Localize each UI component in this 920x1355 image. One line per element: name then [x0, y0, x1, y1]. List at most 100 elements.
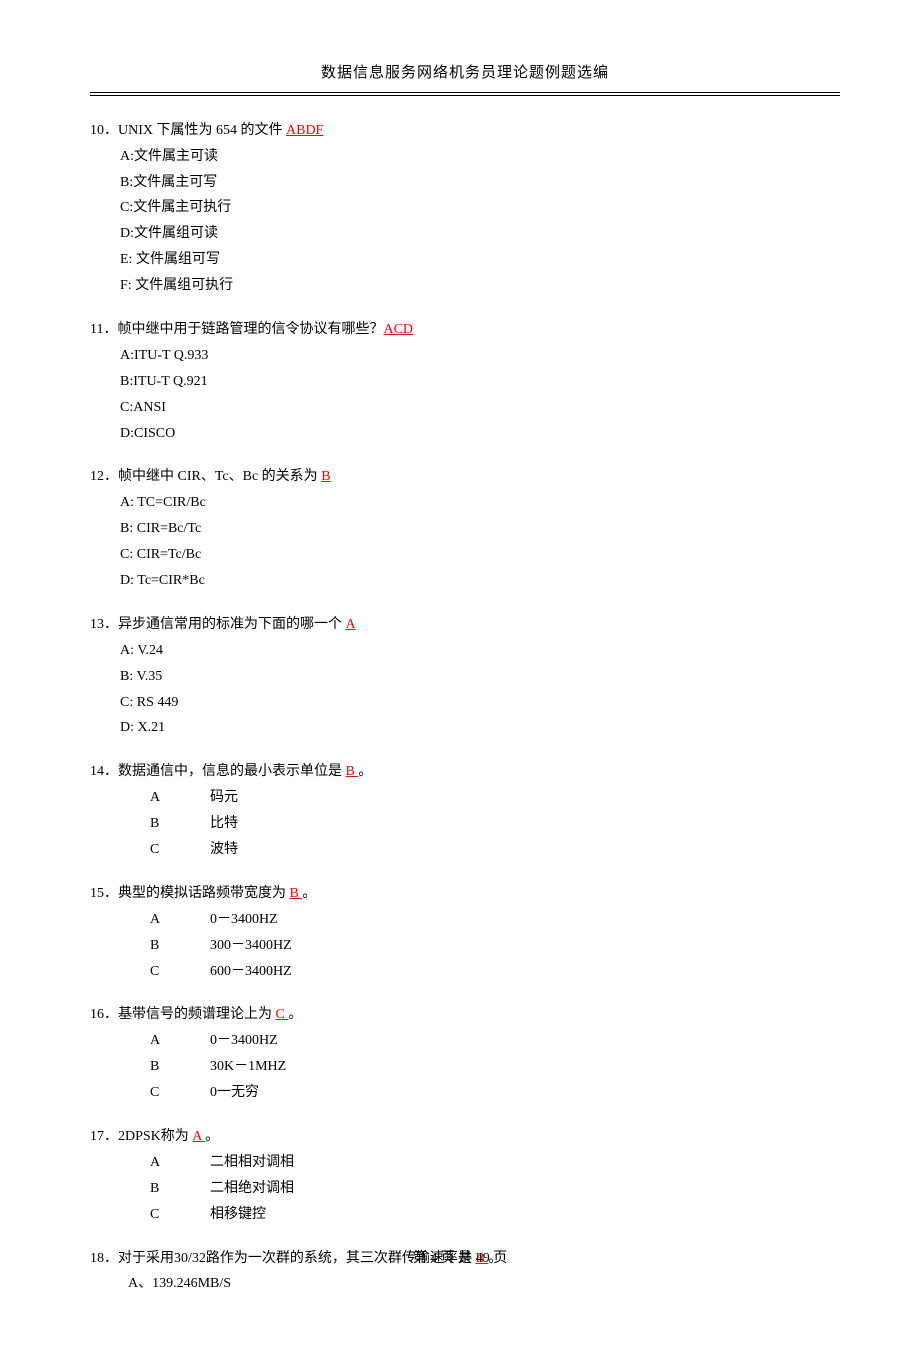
answer-text: A: [192, 1129, 205, 1144]
option-text: 0一无穷: [210, 1085, 259, 1100]
option-item: C: CIR=Tc/Bc: [120, 542, 840, 568]
option-item: C:ANSI: [120, 395, 840, 421]
question-body: 数据通信中，信息的最小表示单位是: [118, 764, 346, 779]
question-text: 14．数据通信中，信息的最小表示单位是 B 。: [90, 759, 840, 785]
question-text: 16．基带信号的频谱理论上为 C 。: [90, 1002, 840, 1028]
option-item: A: TC=CIR/Bc: [120, 490, 840, 516]
option-item: A二相相对调相: [150, 1150, 840, 1176]
option-item: A:文件属主可读: [120, 144, 840, 170]
options-list: A0－3400HZB30K－1MHZC0一无穷: [90, 1028, 840, 1106]
option-item: A、139.246MB/S: [128, 1271, 840, 1297]
question-body: 帧中继中用于链路管理的信令协议有哪些？: [117, 322, 383, 337]
option-text: 0－3400HZ: [210, 1033, 278, 1048]
option-item: A0－3400HZ: [150, 1028, 840, 1054]
option-item: B:文件属主可写: [120, 170, 840, 196]
question-body: UNIX 下属性为 654 的文件: [118, 123, 286, 138]
footer-text: 第 4 页 共 49 页: [413, 1251, 508, 1266]
answer-text: B: [290, 886, 303, 901]
question-text: 15．典型的模拟话路频带宽度为 B 。: [90, 881, 840, 907]
option-item: D:CISCO: [120, 421, 840, 447]
header-title: 数据信息服务网络机务员理论题例题选编: [321, 65, 609, 81]
option-letter: A: [150, 1150, 210, 1176]
options-list: A:文件属主可读B:文件属主可写C:文件属主可执行D:文件属组可读E: 文件属组…: [90, 144, 840, 299]
option-item: C: RS 449: [120, 690, 840, 716]
question-block: 13．异步通信常用的标准为下面的哪一个 AA: V.24B: V.35C: RS…: [90, 612, 840, 741]
option-item: D: Tc=CIR*Bc: [120, 568, 840, 594]
answer-text: ABDF: [286, 123, 323, 138]
question-body: 异步通信常用的标准为下面的哪一个: [118, 617, 346, 632]
question-block: 12．帧中继中 CIR、Tc、Bc 的关系为 BA: TC=CIR/BcB: C…: [90, 464, 840, 593]
option-item: D: X.21: [120, 715, 840, 741]
option-letter: B: [150, 1054, 210, 1080]
question-block: 10．UNIX 下属性为 654 的文件 ABDFA:文件属主可读B:文件属主可…: [90, 118, 840, 299]
question-text: 12．帧中继中 CIR、Tc、Bc 的关系为 B: [90, 464, 840, 490]
question-text: 10．UNIX 下属性为 654 的文件 ABDF: [90, 118, 840, 144]
content-area: 10．UNIX 下属性为 654 的文件 ABDFA:文件属主可读B:文件属主可…: [90, 118, 840, 1298]
answer-text: B: [346, 764, 359, 779]
option-letter: C: [150, 1080, 210, 1106]
option-item: B: CIR=Bc/Tc: [120, 516, 840, 542]
option-item: A0－3400HZ: [150, 907, 840, 933]
question-number: 17．: [90, 1129, 118, 1144]
question-body: 基带信号的频谱理论上为: [118, 1007, 276, 1022]
option-letter: A: [150, 907, 210, 933]
document-page: 数据信息服务网络机务员理论题例题选编 10．UNIX 下属性为 654 的文件 …: [0, 0, 920, 1355]
option-item: C600－3400HZ: [150, 959, 840, 985]
option-item: A码元: [150, 785, 840, 811]
option-item: E: 文件属组可写: [120, 247, 840, 273]
option-letter: C: [150, 959, 210, 985]
option-text: 相移键控: [210, 1207, 266, 1222]
question-block: 14．数据通信中，信息的最小表示单位是 B 。A码元B比特C波特: [90, 759, 840, 863]
question-text: 13．异步通信常用的标准为下面的哪一个 A: [90, 612, 840, 638]
options-list: A0－3400HZB300－3400HZC600－3400HZ: [90, 907, 840, 985]
option-item: B300－3400HZ: [150, 933, 840, 959]
question-number: 14．: [90, 764, 118, 779]
question-body: 典型的模拟话路频带宽度为: [118, 886, 290, 901]
question-text: 17．2DPSK称为 A 。: [90, 1124, 840, 1150]
page-header: 数据信息服务网络机务员理论题例题选编: [90, 60, 840, 93]
question-text: 11．帧中继中用于链路管理的信令协议有哪些？ACD: [90, 317, 840, 343]
question-number: 13．: [90, 617, 118, 632]
question-block: 16．基带信号的频谱理论上为 C 。A0－3400HZB30K－1MHZC0一无…: [90, 1002, 840, 1106]
option-letter: C: [150, 1202, 210, 1228]
question-number: 11．: [90, 322, 117, 337]
answer-text: A: [346, 617, 356, 632]
option-letter: A: [150, 785, 210, 811]
option-text: 二相绝对调相: [210, 1181, 294, 1196]
option-text: 波特: [210, 842, 238, 857]
option-item: A: V.24: [120, 638, 840, 664]
option-letter: B: [150, 1176, 210, 1202]
option-letter: B: [150, 933, 210, 959]
options-list: A、139.246MB/S: [90, 1271, 840, 1297]
option-item: B比特: [150, 811, 840, 837]
option-text: 二相相对调相: [210, 1155, 294, 1170]
option-text: 码元: [210, 790, 238, 805]
question-block: 15．典型的模拟话路频带宽度为 B 。A0－3400HZB300－3400HZC…: [90, 881, 840, 985]
question-suffix: 。: [205, 1129, 219, 1144]
question-number: 10．: [90, 123, 118, 138]
question-block: 11．帧中继中用于链路管理的信令协议有哪些？ACDA:ITU-T Q.933B:…: [90, 317, 840, 446]
option-item: B: V.35: [120, 664, 840, 690]
option-item: B30K－1MHZ: [150, 1054, 840, 1080]
options-list: A码元B比特C波特: [90, 785, 840, 863]
question-number: 12．: [90, 469, 118, 484]
option-item: C:文件属主可执行: [120, 195, 840, 221]
option-item: C0一无穷: [150, 1080, 840, 1106]
option-text: 30K－1MHZ: [210, 1059, 286, 1074]
option-text: 比特: [210, 816, 238, 831]
option-item: C相移键控: [150, 1202, 840, 1228]
question-block: 17．2DPSK称为 A 。A二相相对调相B二相绝对调相C相移键控: [90, 1124, 840, 1228]
header-underline: [90, 95, 840, 96]
option-item: F: 文件属组可执行: [120, 273, 840, 299]
option-item: C波特: [150, 837, 840, 863]
option-text: 0－3400HZ: [210, 912, 278, 927]
answer-text: C: [276, 1007, 289, 1022]
question-body: 帧中继中 CIR、Tc、Bc 的关系为: [118, 469, 321, 484]
option-item: B二相绝对调相: [150, 1176, 840, 1202]
options-list: A:ITU-T Q.933B:ITU-T Q.921C:ANSID:CISCO: [90, 343, 840, 447]
option-text: 600－3400HZ: [210, 964, 292, 979]
option-text: 300－3400HZ: [210, 938, 292, 953]
options-list: A二相相对调相B二相绝对调相C相移键控: [90, 1150, 840, 1228]
question-suffix: 。: [288, 1007, 302, 1022]
answer-text: ACD: [383, 322, 413, 337]
